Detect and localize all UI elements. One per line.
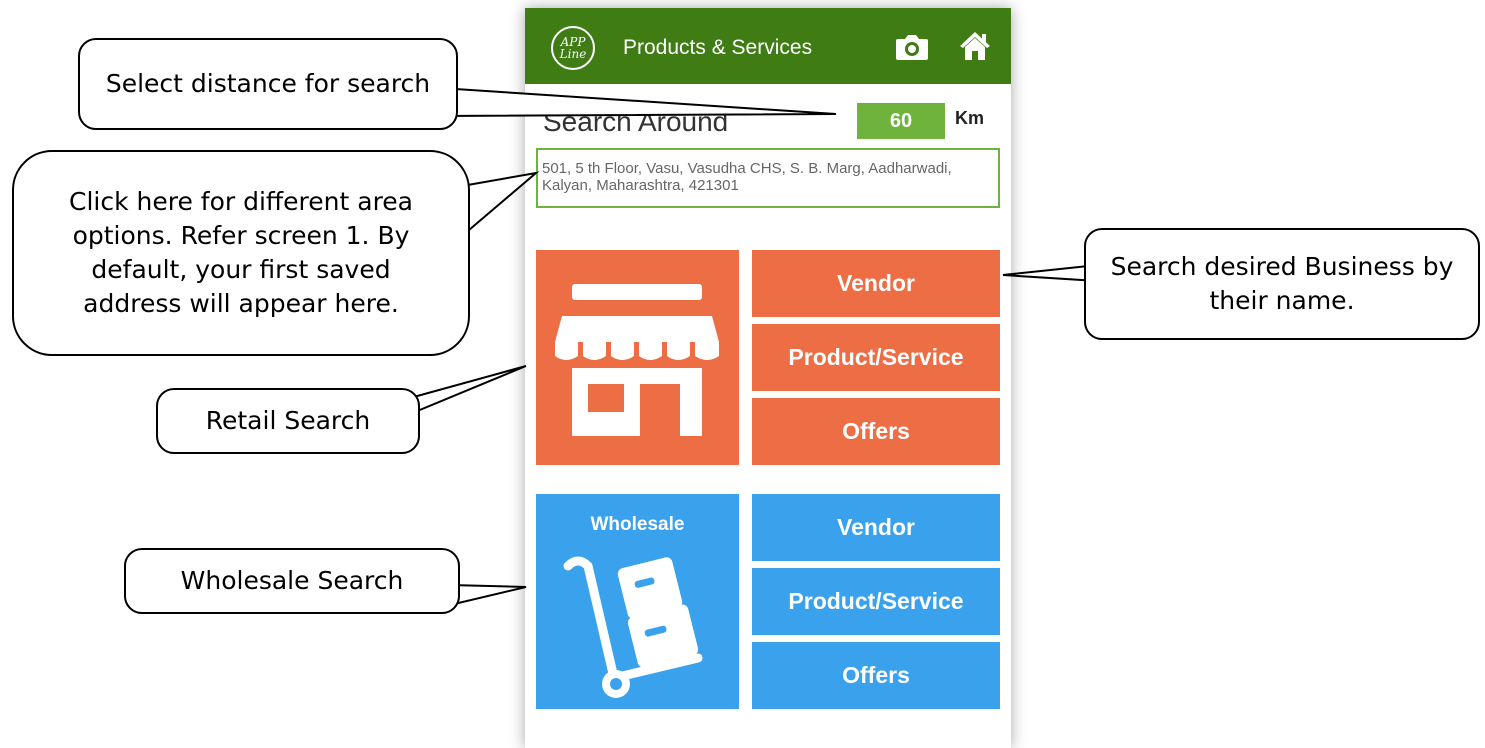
wholesale-product-service-button[interactable]: Product/Service — [752, 568, 1000, 635]
wholesale-callout: Wholesale Search — [124, 548, 460, 614]
distance-input[interactable]: 60 — [857, 103, 945, 139]
store-icon — [555, 284, 719, 436]
retail-callout-text: Retail Search — [205, 406, 371, 435]
retail-offers-button[interactable]: Offers — [752, 398, 1000, 465]
retail-vendor-button[interactable]: Vendor — [752, 250, 1000, 317]
vendor-callout: Search desired Business by their name. — [1084, 228, 1480, 340]
address-field[interactable]: 501, 5 th Floor, Vasu, Vasudha CHS, S. B… — [536, 148, 1000, 208]
app-logo: APP Line — [551, 26, 595, 70]
wholesale-vendor-button[interactable]: Vendor — [752, 494, 1000, 561]
wholesale-callout-text: Wholesale Search — [180, 566, 404, 595]
app-bar: APP Line Products & Services — [525, 8, 1011, 84]
retail-product-service-button[interactable]: Product/Service — [752, 324, 1000, 391]
distance-callout-text: Select distance for search — [105, 69, 431, 98]
retail-search-tile[interactable] — [536, 250, 739, 465]
search-around-label: Search Around — [543, 106, 729, 137]
app-title: Products & Services — [623, 36, 813, 59]
area-callout: Click here for different area options. R… — [12, 150, 470, 356]
home-icon[interactable] — [958, 30, 992, 62]
vendor-callout-text: Search desired Business by their name. — [1110, 252, 1454, 315]
hand-truck-icon — [563, 556, 703, 698]
area-callout-text: Click here for different area options. R… — [69, 187, 413, 318]
wholesale-search-tile[interactable]: Wholesale — [536, 494, 739, 709]
wholesale-offers-button[interactable]: Offers — [752, 642, 1000, 709]
distance-callout: Select distance for search — [78, 38, 458, 130]
retail-callout: Retail Search — [156, 388, 420, 454]
phone-screen: APP Line Products & Services Search Arou… — [525, 8, 1011, 748]
distance-unit: Km — [955, 108, 985, 128]
camera-icon[interactable] — [895, 33, 929, 61]
